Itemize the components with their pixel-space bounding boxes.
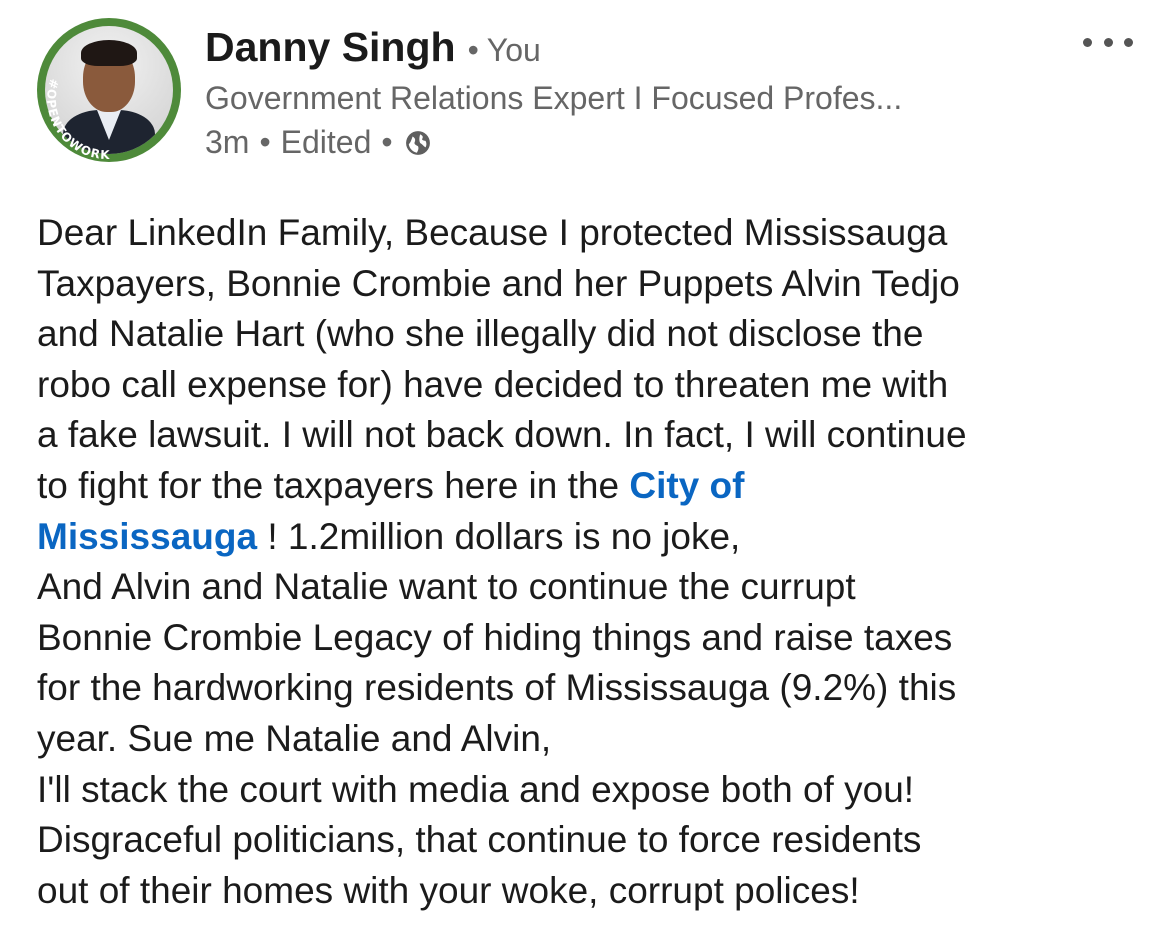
post-line: to fight for the taxpayers here in the C… xyxy=(37,461,1147,512)
meta-separator: • xyxy=(259,124,271,160)
more-options-icon-dot xyxy=(1124,37,1133,47)
post-line: and Natalie Hart (who she illegally did … xyxy=(37,313,924,355)
author-name[interactable]: Danny Singh xyxy=(205,24,456,71)
author-headline: Government Relations Expert I Focused Pr… xyxy=(205,80,903,116)
linkedin-post: #OPENTOWORK Danny Singh • You Government… xyxy=(0,0,1167,933)
post-line: Dear LinkedIn Family, Because I protecte… xyxy=(37,212,948,253)
connection-degree: You xyxy=(486,32,541,68)
post-line: Disgraceful politicians, that continue t… xyxy=(37,819,922,861)
post-line: Mississauga ! 1.2million dollars is no j… xyxy=(37,512,1147,563)
globe-icon xyxy=(405,130,430,155)
city-of-mississauga-link[interactable]: City of xyxy=(629,465,744,506)
post-text: Dear LinkedIn Family, Because I protecte… xyxy=(37,208,1147,916)
avatar[interactable]: #OPENTOWORK xyxy=(37,18,181,162)
post-time: 3m xyxy=(205,124,250,160)
post-meta: 3m • Edited • xyxy=(205,124,431,161)
svg-text:#OPENTOWORK: #OPENTOWORK xyxy=(44,77,111,162)
post-line: robo call expense for) have decided to t… xyxy=(37,363,949,405)
more-options-icon-dot xyxy=(1083,37,1092,47)
edited-label: Edited xyxy=(280,124,372,160)
post-line-text: to fight for the taxpayers here in the xyxy=(37,464,630,506)
name-separator: • xyxy=(467,32,479,68)
post-line: for the hardworking residents of Mississ… xyxy=(37,667,957,709)
post-line: Bonnie Crombie Legacy of hiding things a… xyxy=(37,616,953,658)
city-of-mississauga-link[interactable]: Mississauga xyxy=(37,516,257,557)
post-line-text: ! 1.2million dollars is no joke, xyxy=(257,515,741,557)
open-to-work-badge: #OPENTOWORK xyxy=(44,77,111,162)
post-line: out of their homes with your woke, corru… xyxy=(37,869,860,911)
post-line: I'll stack the court with media and expo… xyxy=(37,768,915,810)
more-options-button[interactable] xyxy=(1083,30,1133,54)
post-line: Taxpayers, Bonnie Crombie and her Puppet… xyxy=(37,262,960,304)
author-name-row: Danny Singh • You xyxy=(205,24,541,76)
meta-separator: • xyxy=(381,124,393,160)
post-line: year. Sue me Natalie and Alvin, xyxy=(37,717,552,759)
post-line: a fake lawsuit. I will not back down. In… xyxy=(37,414,967,456)
open-to-work-text: #OPENTOWORK xyxy=(44,77,110,162)
post-line: And Alvin and Natalie want to continue t… xyxy=(37,566,856,608)
more-options-icon-dot xyxy=(1103,37,1113,47)
